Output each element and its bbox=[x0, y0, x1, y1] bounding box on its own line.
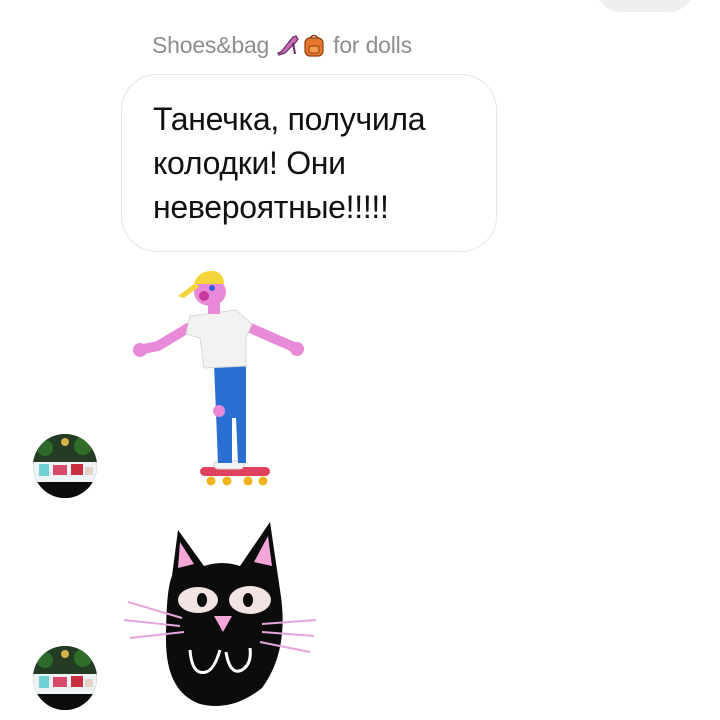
skateboard-wheel bbox=[258, 476, 268, 486]
skateboard-wheel bbox=[243, 476, 253, 486]
sender-name-suffix: for dolls bbox=[333, 31, 412, 58]
high-heel-shoe-icon bbox=[277, 35, 299, 56]
skateboard-wheel bbox=[206, 476, 216, 486]
black-cat-face-sticker[interactable] bbox=[122, 520, 318, 710]
skateboarding-figure-sticker[interactable] bbox=[128, 268, 308, 493]
sender-name-prefix: Shoes&bag bbox=[152, 31, 270, 58]
cap bbox=[194, 270, 224, 284]
cat-pupil bbox=[243, 593, 253, 607]
right-hand bbox=[290, 342, 304, 356]
message-text: Танечка, получила колодки! Они невероятн… bbox=[153, 101, 426, 225]
sender-avatar[interactable] bbox=[33, 646, 97, 710]
sender-emojis bbox=[275, 32, 327, 58]
t-shirt bbox=[185, 309, 253, 369]
knee-patch bbox=[213, 405, 225, 417]
skateboard-wheel bbox=[222, 476, 232, 486]
nose bbox=[199, 291, 209, 301]
sender-avatar[interactable] bbox=[33, 434, 97, 498]
previous-message-bubble[interactable] bbox=[595, 0, 695, 12]
message-bubble[interactable]: Танечка, получила колодки! Они невероятн… bbox=[121, 74, 497, 252]
sender-name: Shoes&bag for dolls bbox=[152, 30, 412, 60]
right-arm bbox=[241, 321, 301, 353]
cat-pupil bbox=[197, 593, 207, 607]
backpack-icon bbox=[304, 34, 324, 57]
chat-thread: Shoes&bag for dolls Танечка, получила ко… bbox=[0, 0, 720, 720]
eye bbox=[209, 285, 215, 291]
left-hand bbox=[133, 343, 147, 357]
